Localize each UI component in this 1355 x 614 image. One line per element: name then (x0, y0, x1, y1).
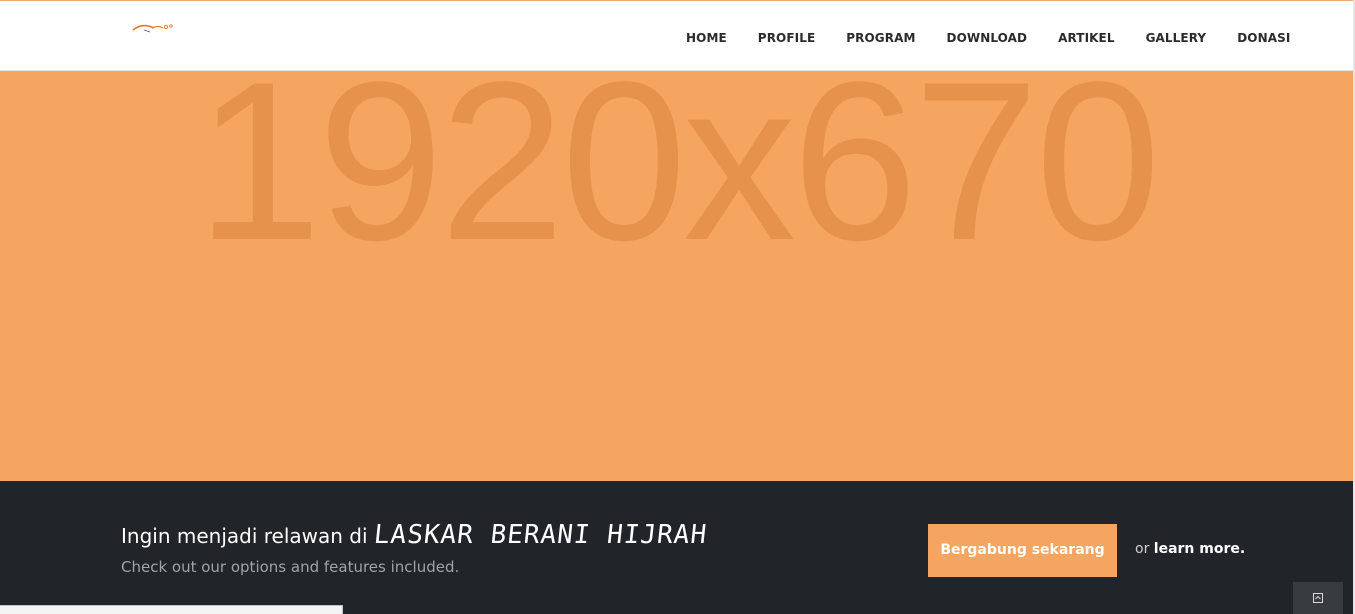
nav-link-program[interactable]: PROGRAM (846, 30, 915, 46)
cta-heading-brand: LASKAR BERANI HIJRAH (372, 520, 709, 550)
learn-more-line: or learn more. (1135, 539, 1245, 559)
browser-status-tooltip (0, 605, 343, 614)
learn-more-link[interactable]: learn more. (1154, 541, 1245, 557)
nav-item-home: HOME (686, 30, 727, 46)
nav-link-profile[interactable]: PROFILE (758, 30, 815, 46)
nav-link-artikel[interactable]: ARTIKEL (1058, 30, 1114, 46)
nav-item-donasi: DONASI (1237, 30, 1290, 46)
nav-item-artikel: ARTIKEL (1058, 30, 1114, 46)
back-to-top-icon (1313, 593, 1323, 603)
or-text: or (1135, 541, 1150, 557)
hero-placeholder-text: 1920x670 (196, 71, 1161, 287)
back-to-top-button[interactable] (1293, 582, 1343, 614)
nav-link-gallery[interactable]: GALLERY (1146, 30, 1207, 46)
nav-item-gallery: GALLERY (1146, 30, 1207, 46)
nav-item-download: DOWNLOAD (947, 30, 1028, 46)
bird-logo-icon[interactable] (130, 21, 174, 35)
nav-item-profile: PROFILE (758, 30, 815, 46)
cta-subtext: Check out our options and features inclu… (121, 558, 460, 576)
site-header: HOME PROFILE PROGRAM DOWNLOAD ARTIKEL GA… (0, 0, 1353, 71)
nav-item-program: PROGRAM (846, 30, 915, 46)
cta-heading-prefix: Ingin menjadi relawan di (121, 524, 368, 548)
volunteer-cta: Ingin menjadi relawan di LASKAR BERANI H… (0, 481, 1353, 614)
page: HOME PROFILE PROGRAM DOWNLOAD ARTIKEL GA… (0, 0, 1355, 614)
nav-link-home[interactable]: HOME (686, 30, 727, 46)
nav-link-download[interactable]: DOWNLOAD (947, 30, 1028, 46)
cta-heading: Ingin menjadi relawan di LASKAR BERANI H… (121, 517, 709, 554)
main-nav: HOME PROFILE PROGRAM DOWNLOAD ARTIKEL GA… (686, 30, 1290, 46)
join-now-button[interactable]: Bergabung sekarang (928, 524, 1117, 577)
nav-link-donasi[interactable]: DONASI (1237, 30, 1290, 46)
hero-banner: 1920x670 (0, 71, 1353, 481)
